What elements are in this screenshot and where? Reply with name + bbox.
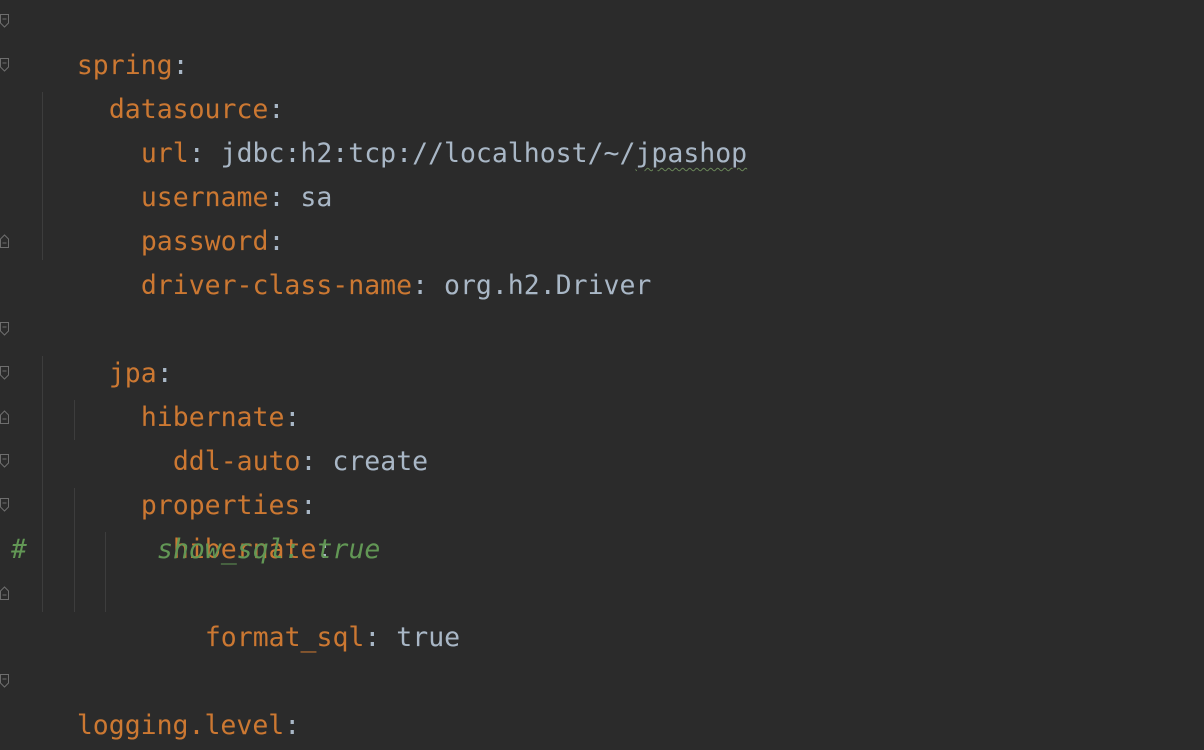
yaml-comment: show_sql: true — [157, 534, 381, 565]
yaml-value: true — [396, 622, 461, 653]
code-line[interactable]: org.hibernate.SQL: debug — [45, 704, 492, 748]
fold-open-icon[interactable] — [0, 322, 9, 336]
yaml-colon: : — [364, 622, 397, 653]
fold-open-icon[interactable] — [0, 498, 9, 512]
code-line[interactable]: logging.level: — [13, 660, 300, 741]
comment-marker: # — [11, 534, 27, 565]
code-line-commented[interactable]: # show_sql: true — [0, 528, 600, 572]
code-editor[interactable]: spring: datasource: url: jdbc:h2:tcp://l… — [0, 0, 1204, 750]
yaml-key: driver-class-name — [140, 270, 413, 301]
yaml-value: create — [332, 446, 429, 477]
spelling-warning-value[interactable]: jpashop — [635, 138, 747, 169]
fold-open-icon[interactable] — [0, 14, 9, 28]
code-line[interactable]: password: — [77, 176, 285, 257]
code-line[interactable]: driver-class-name: org.h2.Driver — [77, 220, 652, 301]
yaml-colon: : — [412, 270, 444, 301]
code-line[interactable]: hibernate: — [109, 484, 333, 565]
fold-open-icon[interactable] — [0, 454, 9, 468]
code-line[interactable]: url: jdbc:h2:tcp://localhost/~/jpashop — [77, 88, 747, 169]
code-line[interactable]: properties: — [77, 440, 317, 521]
fold-close-icon[interactable] — [0, 234, 9, 248]
code-line[interactable]: ddl-auto: create — [109, 396, 428, 477]
yaml-value: org.h2.Driver — [443, 270, 652, 301]
code-line[interactable]: datasource: — [45, 44, 285, 125]
code-line[interactable]: format_sql: true — [141, 572, 460, 653]
code-line[interactable]: jpa: — [45, 308, 173, 389]
fold-close-icon[interactable] — [0, 410, 9, 424]
code-line[interactable]: hibernate: — [77, 352, 301, 433]
fold-open-icon[interactable] — [0, 58, 9, 72]
yaml-value: sa — [300, 182, 333, 213]
fold-open-icon[interactable] — [0, 366, 9, 380]
code-line[interactable]: username: sa — [77, 132, 332, 213]
code-line[interactable]: spring: — [13, 0, 189, 81]
yaml-key: format_sql — [204, 622, 365, 653]
